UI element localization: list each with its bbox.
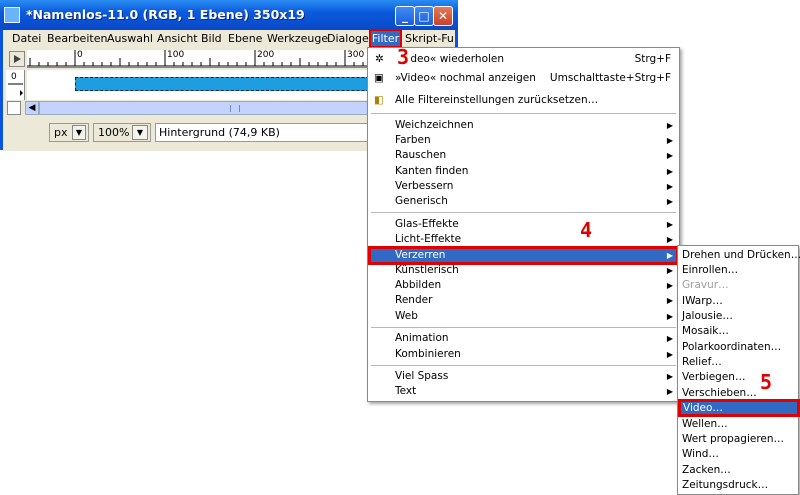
maximize-button[interactable]: □ bbox=[414, 6, 434, 26]
ruler-label-100: 100 bbox=[167, 50, 185, 60]
submenu-item-drehen[interactable]: Drehen und Drücken… bbox=[678, 248, 800, 263]
chevron-down-icon[interactable]: ▼ bbox=[132, 125, 148, 140]
separator bbox=[371, 327, 676, 328]
menu-auswahl[interactable]: Auswahl bbox=[107, 32, 153, 45]
submenu-item-verbiegen[interactable]: Verbiegen… bbox=[678, 370, 798, 385]
submenu-item-relief[interactable]: Relief… bbox=[678, 355, 798, 370]
reset-icon: ◧ bbox=[374, 94, 384, 106]
menu-item-animation[interactable]: Animation ▶ bbox=[368, 331, 679, 346]
quick-mask-button[interactable] bbox=[9, 51, 25, 67]
submenu-arrow-icon: ▶ bbox=[666, 251, 673, 260]
menu-werkzeuge[interactable]: Werkzeuge bbox=[267, 32, 328, 45]
play-icon bbox=[14, 55, 21, 63]
menu-skript-fu[interactable]: Skript-Fu bbox=[405, 32, 454, 45]
ruler-label-200: 200 bbox=[257, 50, 275, 60]
menu-item-weichzeichnen[interactable]: Weichzeichnen ▶ bbox=[368, 118, 679, 133]
submenu-item-polarkoordinaten[interactable]: Polarkoordinaten… bbox=[678, 340, 798, 355]
menu-ansicht[interactable]: Ansicht bbox=[157, 32, 198, 45]
menu-item-render[interactable]: Render ▶ bbox=[368, 293, 679, 308]
separator bbox=[371, 212, 676, 213]
menu-bearbeiten[interactable]: Bearbeiten bbox=[47, 32, 107, 45]
menu-item-web[interactable]: Web ▶ bbox=[368, 309, 679, 324]
menu-item-licht-effekte[interactable]: Licht-Effekte ▶ bbox=[368, 232, 679, 247]
submenu-item-zacken[interactable]: Zacken… bbox=[678, 463, 798, 478]
title-bar[interactable]: *Namenlos-11.0 (RGB, 1 Ebene) 350x19 _ □… bbox=[0, 0, 458, 30]
zoom-select[interactable]: 100% ▼ bbox=[93, 123, 151, 142]
scroll-left-icon[interactable]: ◀ bbox=[25, 101, 39, 115]
separator bbox=[371, 113, 676, 114]
filter-menu: ✲ »Video« wiederholen Strg+F ▣ »Video« n… bbox=[367, 47, 680, 402]
submenu-arrow-icon: ▶ bbox=[666, 136, 673, 145]
zoom-corner-icon[interactable] bbox=[7, 101, 21, 115]
annotation-step-3: 3 bbox=[396, 45, 411, 69]
menu-item-abbilden[interactable]: Abbilden ▶ bbox=[368, 278, 679, 293]
close-button[interactable]: ✕ bbox=[433, 6, 453, 26]
zoom-value: 100% bbox=[98, 126, 130, 139]
annotation-step-5: 5 bbox=[760, 370, 773, 394]
separator bbox=[371, 365, 676, 366]
menu-item-generisch[interactable]: Generisch ▶ bbox=[368, 194, 679, 209]
submenu-item-wind[interactable]: Wind… bbox=[678, 447, 798, 462]
window-title: *Namenlos-11.0 (RGB, 1 Ebene) 350x19 bbox=[26, 7, 305, 22]
verzerren-submenu: Drehen und Drücken… Einrollen… Gravur… I… bbox=[677, 245, 800, 495]
menu-item-kuenstlerisch[interactable]: Künstlerisch ▶ bbox=[368, 263, 679, 278]
app-icon bbox=[4, 7, 20, 23]
scroll-thumb[interactable] bbox=[39, 101, 369, 115]
menu-ebene[interactable]: Ebene bbox=[228, 32, 262, 45]
submenu-arrow-icon: ▶ bbox=[666, 197, 673, 206]
vertical-ruler[interactable]: 0 bbox=[6, 70, 25, 100]
gear-icon: ✲ bbox=[375, 53, 384, 65]
menu-bild[interactable]: Bild bbox=[201, 32, 222, 45]
submenu-arrow-icon: ▶ bbox=[666, 312, 673, 321]
submenu-arrow-icon: ▶ bbox=[666, 350, 673, 359]
submenu-item-mosaik[interactable]: Mosaik… bbox=[678, 324, 798, 339]
submenu-arrow-icon: ▶ bbox=[666, 281, 673, 290]
menu-item-repeat-last[interactable]: ✲ »Video« wiederholen Strg+F bbox=[368, 52, 679, 67]
submenu-arrow-icon: ▶ bbox=[666, 266, 673, 275]
menu-item-glas-effekte[interactable]: Glas-Effekte ▶ bbox=[368, 217, 679, 232]
submenu-item-wert-propagieren[interactable]: Wert propagieren… bbox=[678, 432, 798, 447]
menu-item-viel-spass[interactable]: Viel Spass ▶ bbox=[368, 369, 679, 384]
submenu-arrow-icon: ▶ bbox=[666, 151, 673, 160]
submenu-arrow-icon: ▶ bbox=[666, 220, 673, 229]
submenu-arrow-icon: ▶ bbox=[666, 296, 673, 305]
menu-dialoge[interactable]: Dialoge bbox=[327, 32, 369, 45]
menu-bar: Datei Bearbeiten Auswahl Ansicht Bild Eb… bbox=[3, 29, 455, 48]
ruler-label-300: 300 bbox=[347, 50, 365, 60]
submenu-arrow-icon: ▶ bbox=[666, 334, 673, 343]
menu-item-farben[interactable]: Farben ▶ bbox=[368, 133, 679, 148]
menu-item-kanten-finden[interactable]: Kanten finden ▶ bbox=[368, 164, 679, 179]
unit-select[interactable]: px ▼ bbox=[49, 123, 89, 142]
submenu-item-video[interactable]: Video… bbox=[678, 399, 800, 417]
menu-datei[interactable]: Datei bbox=[12, 32, 41, 45]
submenu-arrow-icon: ▶ bbox=[666, 182, 673, 191]
chevron-down-icon[interactable]: ▼ bbox=[72, 125, 86, 140]
menu-item-reshow-last[interactable]: ▣ »Video« nochmal anzeigen Umschalttaste… bbox=[368, 71, 679, 86]
menu-item-reset-all[interactable]: ◧ Alle Filtereinstellungen zurücksetzen… bbox=[368, 93, 679, 108]
menu-item-text[interactable]: Text ▶ bbox=[368, 384, 679, 399]
submenu-arrow-icon: ▶ bbox=[666, 121, 673, 130]
layer-info: Hintergrund (74,9 KB) bbox=[159, 126, 280, 139]
submenu-item-wellen[interactable]: Wellen… bbox=[678, 417, 798, 432]
submenu-arrow-icon: ▶ bbox=[666, 167, 673, 176]
submenu-item-einrollen[interactable]: Einrollen… bbox=[678, 263, 798, 278]
submenu-item-jalousie[interactable]: Jalousie… bbox=[678, 309, 798, 324]
annotation-step-4: 4 bbox=[580, 218, 593, 242]
video-icon: ▣ bbox=[374, 72, 384, 84]
unit-value: px bbox=[54, 126, 68, 139]
menu-item-verbessern[interactable]: Verbessern ▶ bbox=[368, 179, 679, 194]
submenu-item-zeitungsdruck[interactable]: Zeitungsdruck… bbox=[678, 478, 798, 493]
menu-item-rauschen[interactable]: Rauschen ▶ bbox=[368, 148, 679, 163]
submenu-item-gravur: Gravur… bbox=[682, 279, 729, 291]
submenu-arrow-icon: ▶ bbox=[666, 235, 673, 244]
menu-item-kombinieren[interactable]: Kombinieren ▶ bbox=[368, 347, 679, 362]
ruler-label-0: 0 bbox=[77, 50, 83, 60]
minimize-button[interactable]: _ bbox=[395, 6, 415, 26]
submenu-arrow-icon: ▶ bbox=[666, 387, 673, 396]
submenu-arrow-icon: ▶ bbox=[666, 372, 673, 381]
submenu-item-iwarp[interactable]: IWarp… bbox=[678, 294, 798, 309]
